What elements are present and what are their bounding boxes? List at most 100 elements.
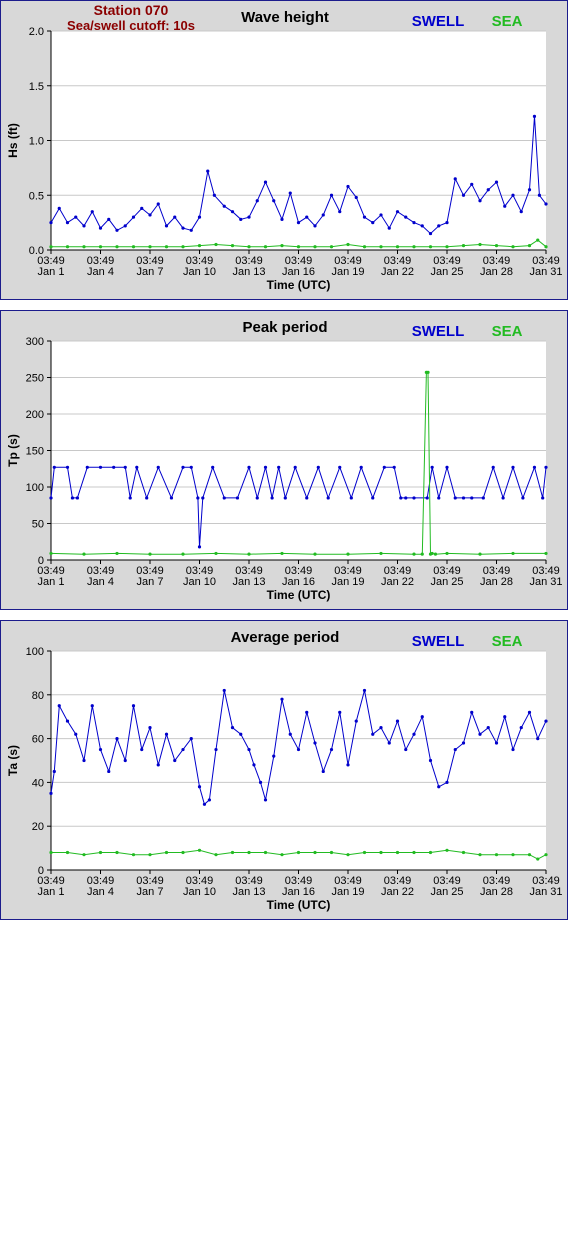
data-point-sea: [197, 848, 202, 852]
data-point-swell: [392, 465, 396, 469]
data-point-swell: [115, 737, 119, 741]
x-tick-date: Jan 31: [529, 266, 562, 278]
x-tick-date: Jan 19: [331, 886, 364, 898]
data-point-swell: [263, 465, 268, 469]
data-point-swell: [263, 180, 268, 184]
data-point-swell: [239, 217, 243, 221]
data-point-swell: [536, 737, 540, 741]
data-point-swell: [399, 496, 403, 500]
data-point-swell: [196, 496, 200, 500]
data-point-swell: [293, 465, 297, 469]
data-point-swell: [197, 215, 202, 219]
data-point-swell: [288, 732, 292, 736]
x-tick-date: Jan 31: [529, 576, 562, 588]
data-point-swell: [82, 758, 86, 763]
data-point-swell: [511, 465, 515, 469]
data-point-sea: [230, 850, 235, 855]
data-point-swell: [214, 747, 218, 752]
data-point-swell: [321, 769, 325, 774]
data-point-sea: [362, 850, 367, 855]
data-point-sea: [412, 552, 416, 556]
data-point-sea: [313, 552, 317, 556]
data-point-sea: [247, 552, 251, 556]
data-point-sea: [181, 850, 185, 855]
data-point-sea: [65, 850, 70, 855]
data-point-sea: [49, 551, 53, 556]
data-point-sea: [445, 848, 449, 852]
wave-height-panel: Station 070 Sea/swell cutoff: 10s 0.0 0.5…: [0, 0, 568, 300]
data-point-sea: [494, 853, 499, 857]
data-point-swell: [239, 732, 243, 736]
y-tick-label: 100: [26, 482, 44, 494]
data-point-swell: [379, 213, 383, 217]
data-point-swell: [532, 465, 537, 469]
data-point-swell: [313, 224, 317, 228]
x-tick-date: Jan 19: [331, 266, 364, 278]
x-tick-date: Jan 7: [137, 266, 164, 278]
y-tick-label: 0.5: [29, 190, 44, 202]
data-point-swell: [329, 747, 334, 752]
data-point-swell: [404, 496, 408, 500]
data-point-swell: [202, 802, 207, 806]
data-point-swell: [65, 221, 70, 225]
y-tick-label: 100: [26, 646, 44, 658]
data-point-swell: [65, 465, 70, 469]
data-point-sea: [181, 552, 185, 556]
data-point-swell: [296, 221, 301, 225]
x-tick-date: Jan 16: [282, 576, 315, 588]
data-point-swell: [503, 715, 507, 719]
data-point-swell: [387, 741, 391, 745]
data-point-swell: [519, 210, 523, 214]
data-point-swell: [313, 741, 317, 745]
y-tick-label: 40: [32, 777, 44, 789]
data-point-sea: [461, 850, 466, 855]
data-point-swell: [404, 747, 408, 752]
data-point-sea: [214, 551, 218, 556]
data-point-sea: [395, 245, 400, 249]
data-point-swell: [272, 199, 276, 203]
data-point-sea: [412, 850, 416, 855]
data-point-sea: [430, 551, 434, 556]
data-point-swell: [503, 204, 507, 208]
data-point-sea: [247, 850, 251, 855]
data-point-swell: [379, 726, 383, 730]
data-point-sea: [197, 244, 202, 248]
data-point-swell: [470, 496, 474, 500]
data-point-sea: [214, 242, 218, 247]
data-point-sea: [527, 244, 532, 248]
x-axis-label: Time (UTC): [267, 898, 331, 912]
y-tick-label: 2.0: [29, 26, 44, 38]
data-point-sea: [412, 245, 416, 249]
x-tick-date: Jan 16: [282, 886, 315, 898]
x-tick-date: Jan 22: [381, 886, 414, 898]
data-point-swell: [156, 202, 160, 206]
data-point-swell: [247, 215, 251, 219]
legend-sea: SEA: [492, 633, 523, 650]
data-point-sea: [313, 245, 317, 249]
data-point-sea: [148, 552, 152, 556]
data-point-swell: [478, 732, 482, 736]
x-tick-date: Jan 25: [430, 266, 463, 278]
data-point-swell: [428, 231, 433, 236]
data-point-swell: [305, 496, 309, 500]
data-point-swell: [354, 195, 358, 200]
data-point-swell: [189, 737, 193, 741]
data-point-swell: [85, 465, 89, 469]
y-tick-label: 150: [26, 446, 44, 458]
data-point-swell: [49, 496, 53, 500]
data-point-sea: [362, 245, 367, 249]
data-point-swell: [428, 758, 433, 763]
data-point-swell: [107, 769, 111, 774]
data-point-swell: [494, 741, 499, 745]
legend-swell: SWELL: [412, 633, 465, 650]
data-point-swell: [255, 199, 259, 203]
data-point-swell: [305, 215, 309, 219]
data-point-swell: [277, 465, 281, 469]
data-point-swell: [131, 704, 136, 708]
data-point-sea: [478, 552, 482, 556]
data-point-swell: [280, 217, 284, 221]
data-point-swell: [404, 215, 408, 219]
data-point-sea: [544, 551, 548, 556]
data-point-sea: [544, 853, 548, 857]
data-point-swell: [371, 732, 375, 736]
